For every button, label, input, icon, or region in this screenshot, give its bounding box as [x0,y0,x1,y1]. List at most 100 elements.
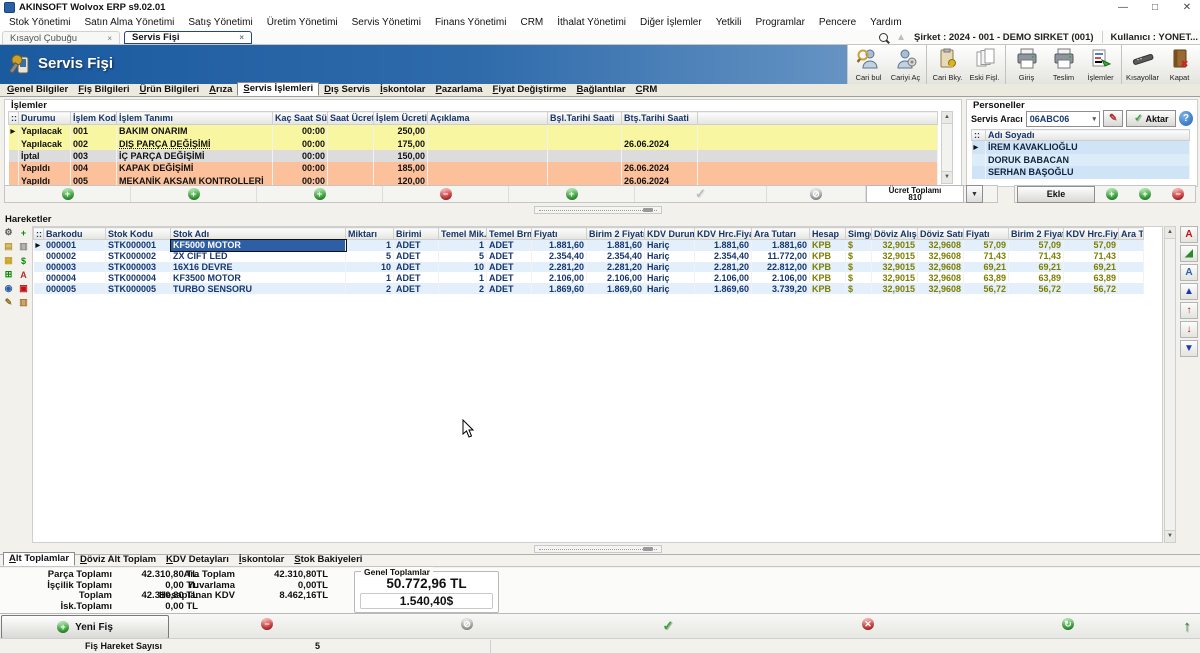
cell[interactable]: 56,72 [964,283,1009,294]
islemler-row[interactable]: Yapılacak002DIŞ PARÇA DEĞİŞİMİ00:00175,0… [9,137,938,149]
tab-close-icon[interactable]: × [239,33,244,42]
cell[interactable]: 63,89 [1064,272,1119,283]
cell[interactable]: 2.354,40 [695,251,752,262]
column-header[interactable]: Stok Kodu [106,228,171,240]
sort-asc-icon[interactable]: ◢ [1180,245,1198,262]
tab-pazarlama[interactable]: Pazarlama [431,84,488,96]
cell[interactable] [548,125,622,138]
column-header[interactable]: Döviz Satış [918,228,964,240]
tab-d-servis[interactable]: Dış Servis [319,84,375,96]
cell[interactable]: 5 [439,251,487,262]
cell[interactable]: STK000001 [106,240,171,251]
cell[interactable]: ADET [394,240,439,251]
cell[interactable]: İptal [19,150,71,162]
cell[interactable]: 1.881,60 [752,240,810,251]
delete-fis-icon[interactable]: − [261,618,273,630]
cell[interactable]: KPB [810,262,846,273]
cell[interactable]: KF5000 MOTOR [171,240,346,251]
cell[interactable]: 2.106,00 [532,272,587,283]
font-a-icon[interactable]: A [1180,226,1198,243]
refresh-icon[interactable]: ↻ [1062,618,1074,630]
ekle-button[interactable]: Ekle [1017,186,1095,203]
tab-ar-za[interactable]: Arıza [204,84,237,96]
cell[interactable]: 175,00 [374,137,428,149]
cell[interactable]: 2.281,20 [587,262,645,273]
cell[interactable] [548,137,622,149]
cell[interactable]: 32,9608 [918,283,964,294]
column-header[interactable]: Durumu [19,112,71,125]
cell[interactable]: 000005 [44,283,106,294]
add-icon[interactable]: + [1139,188,1151,200]
cell[interactable]: Yapıldı [19,162,71,174]
column-header[interactable]: Fiyatı [532,228,587,240]
toolbar-button-k-sayollar[interactable]: Kısayollar [1124,45,1161,84]
hareket-row[interactable]: 000005STK000005TURBO SENSORU2ADET2ADET1.… [34,283,1144,294]
cell[interactable]: 69,21 [964,262,1009,273]
cell[interactable]: STK000003 [106,262,171,273]
cell[interactable] [328,137,374,149]
font-az-icon[interactable]: A [17,268,30,281]
column-header[interactable]: KDV Hrc.Fiyat [1064,228,1119,240]
cell[interactable] [548,162,622,174]
cell[interactable]: KPB [810,240,846,251]
cell[interactable]: 57,09 [1064,240,1119,251]
cell[interactable]: 57,09 [1009,240,1064,251]
cell[interactable]: 26.06.2024 [622,162,698,174]
cell[interactable]: 1.881,60 [587,240,645,251]
cell[interactable]: $ [846,272,872,283]
menu-item[interactable]: Üretim Yönetimi [260,17,345,28]
doc-edit-icon[interactable]: ✎ [2,296,15,309]
cell[interactable]: 11.772,00 [752,251,810,262]
cell[interactable]: Hariç [645,283,695,294]
column-header[interactable]: İşlem Ücreti [374,112,428,125]
cell[interactable]: 63,89 [1009,272,1064,283]
cell[interactable]: STK000005 [106,283,171,294]
personel-name[interactable]: SERHAN BAŞOĞLU [986,166,1190,179]
cell[interactable] [1119,251,1144,262]
cell[interactable]: 2.106,00 [695,272,752,283]
export-up-icon[interactable]: ↑ [1183,618,1191,635]
aktar-button[interactable]: ✓Aktar [1126,110,1176,127]
hareket-row[interactable]: ▶000001STK000001KF5000 MOTOR1ADET1ADET1.… [34,240,1144,251]
column-header[interactable]: Temel Mik. [439,228,487,240]
totals-tab-i-skontolar[interactable]: İskontolar [234,554,289,566]
doc-plus-icon[interactable]: ⊞ [2,268,15,281]
hareket-row[interactable]: 000003STK00000316X16 DEVRE10ADET10ADET2.… [34,262,1144,273]
cell[interactable]: 2.281,20 [532,262,587,273]
cell[interactable] [328,150,374,162]
menu-item[interactable]: Diğer İşlemler [633,17,709,28]
islemler-row[interactable]: ▶Yapılacak001BAKIM ONARIM00:00250,00 [9,125,938,138]
tab-fiyat-de-i-tirme[interactable]: Fiyat Değiştirme [488,84,572,96]
doc-tab-servis-fisi[interactable]: Servis Fişi× [124,31,252,44]
cell[interactable]: 004 [71,162,117,174]
cell[interactable]: 56,72 [1064,283,1119,294]
toolbar-button-cari-bky-[interactable]: Cari Bky. [929,45,966,84]
cell[interactable]: 69,21 [1064,262,1119,273]
toolbar-button-kapat[interactable]: Kapat [1161,45,1198,84]
cell[interactable]: 32,9015 [872,272,918,283]
tab-fi-bilgileri[interactable]: Fiş Bilgileri [73,84,134,96]
down-icon[interactable]: ↓ [1180,321,1198,338]
cell[interactable]: DIŞ PARÇA DEĞİŞİMİ [117,137,273,149]
tab-i-skontolar[interactable]: İskontolar [375,84,430,96]
islemler-row[interactable]: Yapıldı004KAPAK DEĞİŞİMİ00:00185,0026.06… [9,162,938,174]
column-header[interactable]: Birim 2 Fiyatı [587,228,645,240]
cell[interactable]: 57,09 [964,240,1009,251]
cell[interactable]: $ [846,262,872,273]
cancel-edit-icon[interactable]: ⊘ [810,188,822,200]
cell[interactable]: 32,9015 [872,283,918,294]
column-header[interactable]: Simge [846,228,872,240]
cell[interactable]: 32,9015 [872,262,918,273]
cell[interactable]: 2.106,00 [587,272,645,283]
ucret-dropdown-button[interactable]: ▼ [966,185,983,203]
cell[interactable]: ADET [487,251,532,262]
cell[interactable]: 26.06.2024 [622,137,698,149]
islemler-row[interactable]: İptal003İÇ PARÇA DEĞİŞİMİ00:00150,00 [9,150,938,162]
cell[interactable]: 2 [346,283,394,294]
hareketler-vscrollbar[interactable]: ▲ ▼ [1164,226,1176,543]
column-header[interactable]: Saat Ücreti [328,112,374,125]
cell[interactable]: KPB [810,272,846,283]
tab-ba-lant-lar[interactable]: Bağlantılar [571,84,630,96]
menu-item[interactable]: İthalat Yönetimi [550,17,633,28]
cell[interactable]: 2 [439,283,487,294]
